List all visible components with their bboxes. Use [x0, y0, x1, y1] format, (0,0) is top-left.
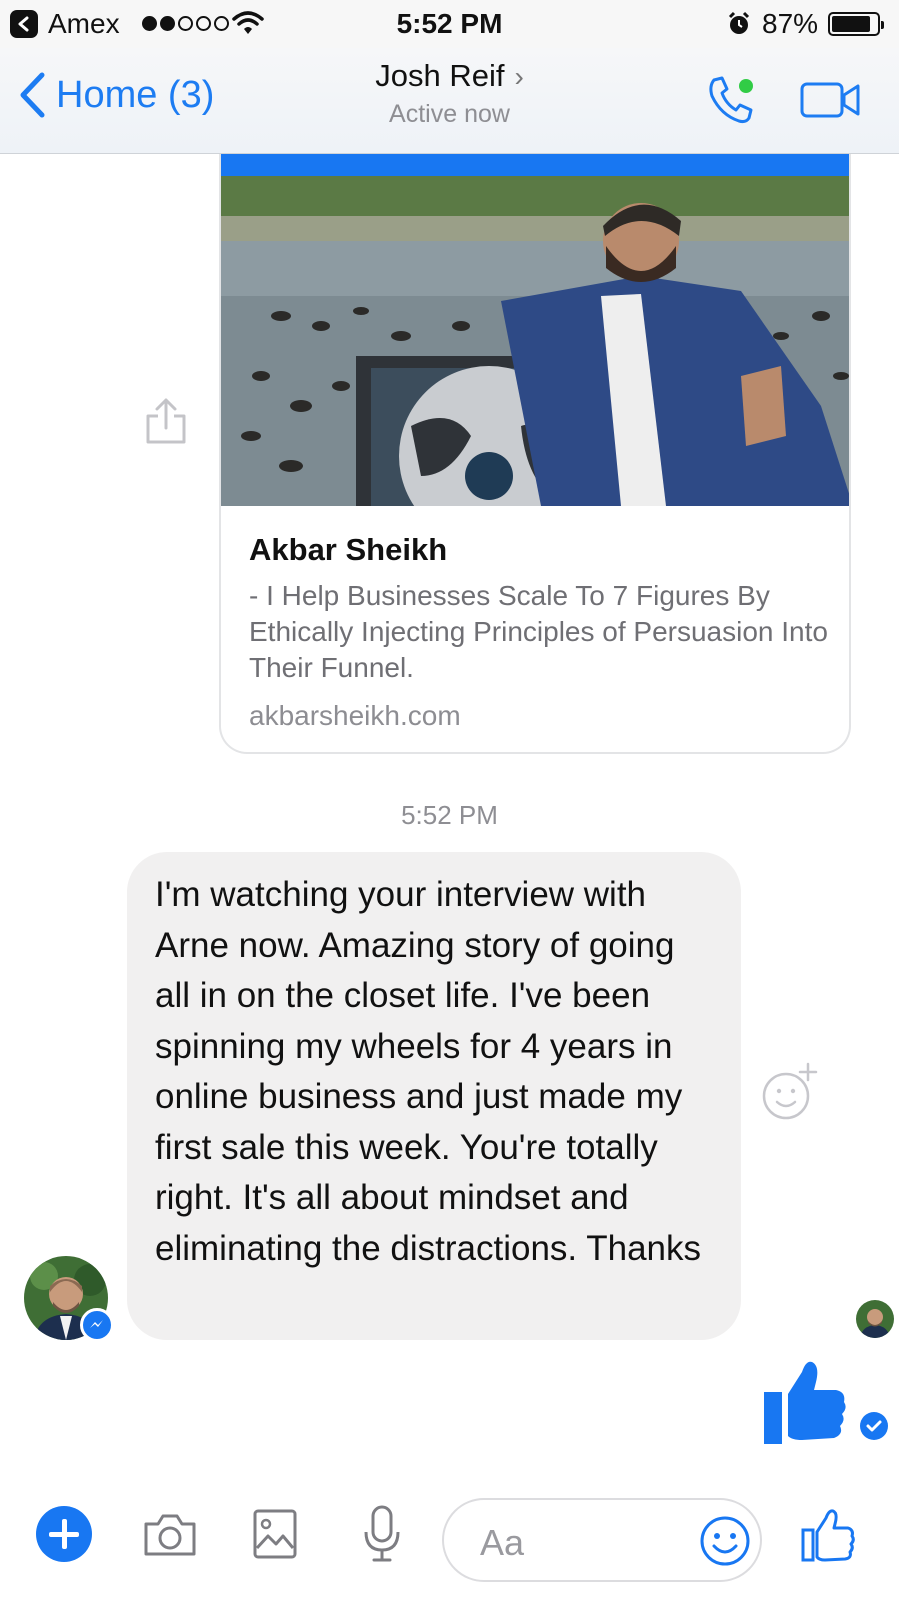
card-header-bar	[221, 154, 849, 176]
alarm-icon	[728, 11, 750, 34]
sent-like-icon	[764, 1361, 846, 1444]
link-preview-image	[221, 176, 849, 506]
battery-fill	[832, 16, 871, 32]
status-bar: Amex 5:52 PM 87%	[0, 0, 899, 48]
message-composer: Aa	[0, 1490, 899, 1600]
message-timestamp: 5:52 PM	[401, 800, 498, 830]
link-preview-card[interactable]: Akbar Sheikh - I Help Businesses Scale T…	[219, 154, 851, 754]
share-icon[interactable]	[144, 396, 188, 446]
delivered-check-icon	[860, 1412, 888, 1440]
add-reaction-icon[interactable]	[762, 1062, 822, 1122]
phone-call-icon[interactable]	[706, 74, 758, 126]
contact-name: Josh Reif	[375, 58, 505, 93]
message-input[interactable]: Aa	[442, 1498, 762, 1582]
presence-status: Active now	[389, 100, 510, 128]
seen-by-avatar	[856, 1300, 894, 1338]
microphone-icon[interactable]	[362, 1504, 402, 1564]
message-text: I'm watching your interview with Arne no…	[155, 875, 702, 1268]
chevron-right-icon: ›	[514, 61, 524, 92]
link-description: - I Help Businesses Scale To 7 Figures B…	[249, 580, 828, 683]
more-actions-button[interactable]	[36, 1506, 92, 1562]
gallery-icon[interactable]	[252, 1508, 298, 1560]
messenger-badge-icon	[80, 1308, 114, 1342]
like-button-icon[interactable]	[800, 1508, 856, 1564]
emoji-icon[interactable]	[698, 1514, 752, 1568]
battery-icon	[828, 12, 884, 36]
message-input-placeholder: Aa	[480, 1522, 525, 1563]
link-title: Akbar Sheikh	[249, 532, 448, 567]
contact-name-button[interactable]: Josh Reif ›	[0, 58, 899, 94]
camera-icon[interactable]	[142, 1512, 198, 1558]
link-domain: akbarsheikh.com	[249, 700, 461, 731]
conversation-header: Home (3) Josh Reif › Active now	[0, 48, 899, 154]
battery-percent: 87%	[762, 8, 819, 39]
video-call-icon[interactable]	[800, 80, 862, 120]
message-bubble[interactable]: I'm watching your interview with Arne no…	[127, 852, 741, 1340]
